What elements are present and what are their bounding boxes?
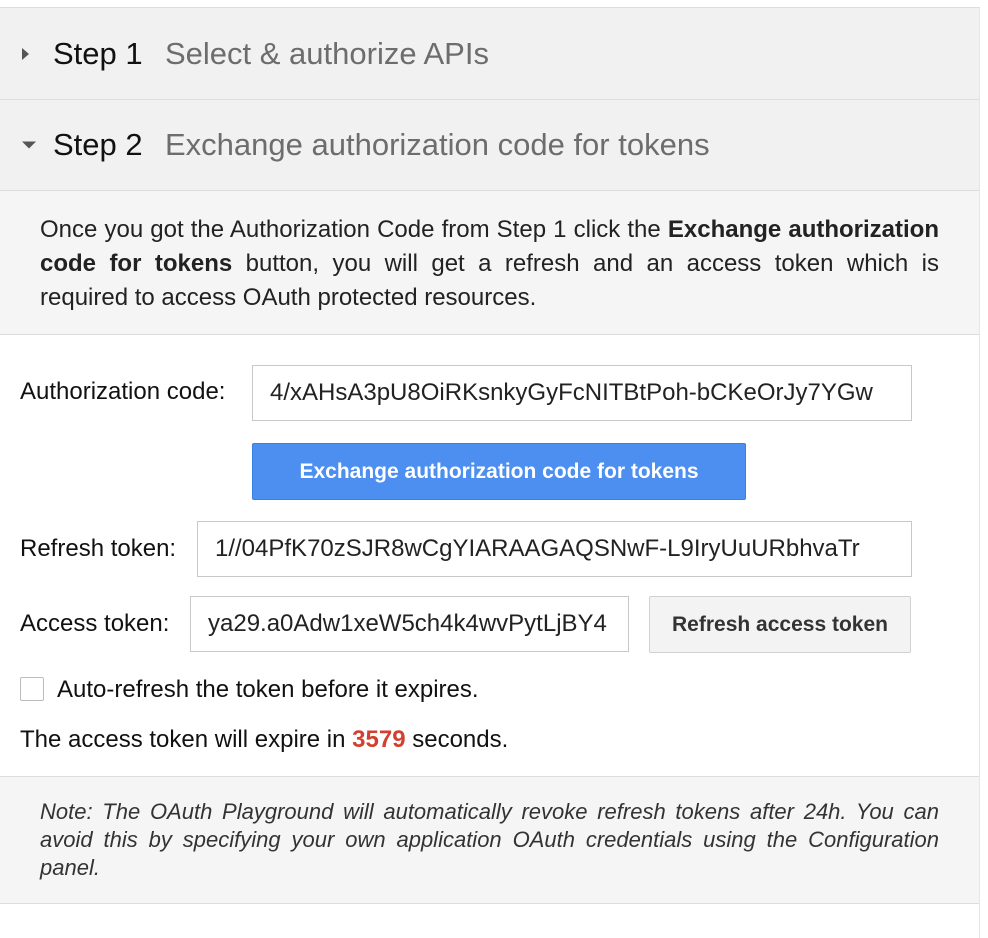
step-1-title: Select & authorize APIs: [165, 35, 489, 71]
oauth-steps-panel: Step 1 Select & authorize APIs Step 2 Ex…: [0, 7, 980, 938]
authorization-code-label: Authorization code:: [20, 378, 226, 405]
description-text: Once you got the Authorization Code from…: [40, 216, 668, 243]
step-2-title: Exchange authorization code for tokens: [165, 127, 710, 162]
exchange-authorization-code-button[interactable]: Exchange authorization code for tokens: [252, 443, 746, 500]
auto-refresh-label: Auto-refresh the token before it expires…: [57, 676, 479, 703]
step-2-header[interactable]: Step 2 Exchange authorization code for t…: [0, 100, 979, 191]
expiry-prefix: The access token will expire in: [20, 726, 353, 753]
access-token-label: Access token:: [20, 610, 170, 637]
refresh-token-label: Refresh token:: [20, 535, 177, 562]
step-1-header[interactable]: Step 1 Select & authorize APIs: [0, 8, 979, 100]
auto-refresh-checkbox[interactable]: [20, 677, 44, 701]
refresh-token-input[interactable]: [197, 521, 912, 577]
step-1-number: Step 1: [53, 35, 143, 71]
step-2-description: Once you got the Authorization Code from…: [0, 191, 979, 335]
expiry-seconds-count: 3579: [352, 726, 406, 753]
refresh-token-note: Note: The OAuth Playground will automati…: [0, 776, 979, 904]
refresh-access-token-button[interactable]: Refresh access token: [649, 596, 911, 653]
expiry-suffix: seconds.: [405, 726, 509, 753]
expand-arrow-icon: [22, 47, 29, 60]
token-expiry-text: The access token will expire in 3579 sec…: [20, 726, 508, 754]
access-token-input[interactable]: [190, 596, 629, 652]
collapse-arrow-icon: [22, 141, 36, 149]
step-2-number: Step 2: [53, 127, 143, 162]
authorization-code-input[interactable]: [252, 365, 912, 421]
